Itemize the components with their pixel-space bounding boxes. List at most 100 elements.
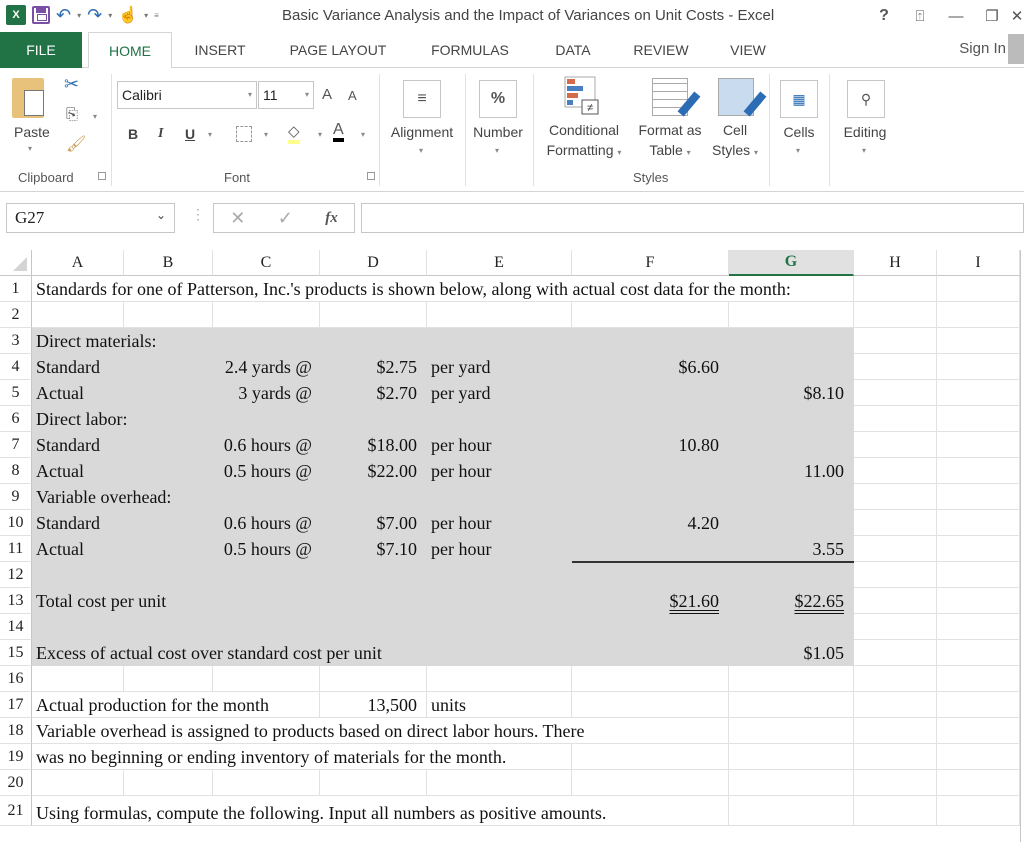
cell-c16[interactable] xyxy=(213,666,320,692)
decrease-font-size-icon[interactable]: A xyxy=(348,88,357,103)
ribbon-display-icon[interactable]: ⍐ xyxy=(902,4,938,28)
cell-h8[interactable] xyxy=(854,458,937,484)
font-launcher-icon[interactable] xyxy=(367,172,375,180)
cell-i4[interactable] xyxy=(937,354,1020,380)
cell-c20[interactable] xyxy=(213,770,320,796)
cell-h12[interactable] xyxy=(854,562,937,588)
row-header-5[interactable]: 5 xyxy=(0,380,32,406)
column-header-h[interactable]: H xyxy=(854,250,937,276)
cell-i7[interactable] xyxy=(937,432,1020,458)
conditional-formatting-button[interactable]: Conditional Formatting ▾ xyxy=(538,120,630,163)
cell-styles-button[interactable]: Cell Styles ▾ xyxy=(706,120,764,163)
cell-i12[interactable] xyxy=(937,562,1020,588)
row-header-18[interactable]: 18 xyxy=(0,718,32,744)
formula-input[interactable] xyxy=(361,203,1024,233)
enter-icon[interactable]: ✓ xyxy=(278,208,293,229)
row-header-13[interactable]: 13 xyxy=(0,588,32,614)
row-header-15[interactable]: 15 xyxy=(0,640,32,666)
row-header-21[interactable]: 21 xyxy=(0,796,32,826)
undo-dropdown-icon[interactable]: ▾ xyxy=(77,11,81,20)
cell-h19[interactable] xyxy=(854,744,937,770)
row-header-9[interactable]: 9 xyxy=(0,484,32,510)
cell-h21[interactable] xyxy=(854,796,937,826)
cell-i21[interactable] xyxy=(937,796,1020,826)
tab-file[interactable]: FILE xyxy=(0,32,82,68)
cells-icon[interactable]: ▦ xyxy=(780,80,818,118)
find-binoculars-icon[interactable]: ⚲ xyxy=(847,80,885,118)
restore-icon[interactable]: ❐ xyxy=(974,4,1010,28)
cell-h18[interactable] xyxy=(854,718,937,744)
alignment-icon[interactable]: ≡ xyxy=(403,80,441,118)
number-button[interactable]: Number xyxy=(467,122,529,142)
cells-button[interactable]: Cells xyxy=(774,122,824,142)
cell-i6[interactable] xyxy=(937,406,1020,432)
cell-f2[interactable] xyxy=(572,302,729,328)
cell-i18[interactable] xyxy=(937,718,1020,744)
font-color-icon[interactable]: A xyxy=(333,122,344,142)
increase-font-size-icon[interactable]: A xyxy=(322,86,332,103)
cell-e16[interactable] xyxy=(427,666,572,692)
cell-c2[interactable] xyxy=(213,302,320,328)
formula-bar-resize-handle[interactable]: ⋮ xyxy=(191,206,205,223)
paste-icon[interactable] xyxy=(12,78,44,118)
cell-d20[interactable] xyxy=(320,770,427,796)
cell-f17[interactable] xyxy=(572,692,729,718)
tab-insert[interactable]: INSERT xyxy=(184,32,256,68)
cell-e2[interactable] xyxy=(427,302,572,328)
cell-g21[interactable] xyxy=(729,796,854,826)
column-header-e[interactable]: E xyxy=(427,250,572,276)
cell-b2[interactable] xyxy=(124,302,213,328)
alignment-button[interactable]: Alignment xyxy=(384,122,460,142)
close-icon[interactable]: ✕ xyxy=(1010,4,1024,28)
column-header-a[interactable]: A xyxy=(32,250,124,276)
cell-a2[interactable] xyxy=(32,302,124,328)
row-header-11[interactable]: 11 xyxy=(0,536,32,562)
cell-i2[interactable] xyxy=(937,302,1020,328)
cell-i3[interactable] xyxy=(937,328,1020,354)
cell-g2[interactable] xyxy=(729,302,854,328)
bold-button[interactable]: B xyxy=(128,126,138,142)
tab-data[interactable]: DATA xyxy=(545,32,601,68)
cell-d16[interactable] xyxy=(320,666,427,692)
cell-g18[interactable] xyxy=(729,718,854,744)
row-header-17[interactable]: 17 xyxy=(0,692,32,718)
cell-i19[interactable] xyxy=(937,744,1020,770)
font-name-select[interactable]: Calibri ▾ xyxy=(117,81,257,109)
cut-icon[interactable]: ✂ xyxy=(64,74,79,95)
row-header-12[interactable]: 12 xyxy=(0,562,32,588)
help-icon[interactable]: ? xyxy=(866,4,902,28)
column-header-g[interactable]: G xyxy=(729,250,854,276)
cell-a16[interactable] xyxy=(32,666,124,692)
cell-i17[interactable] xyxy=(937,692,1020,718)
paste-dropdown-icon[interactable]: ▾ xyxy=(28,144,32,153)
cell-d2[interactable] xyxy=(320,302,427,328)
cell-h6[interactable] xyxy=(854,406,937,432)
column-header-c[interactable]: C xyxy=(213,250,320,276)
cell-i5[interactable] xyxy=(937,380,1020,406)
cancel-icon[interactable]: ✕ xyxy=(230,208,245,229)
borders-dropdown-icon[interactable]: ▾ xyxy=(264,130,268,139)
cell-f16[interactable] xyxy=(572,666,729,692)
cell-b20[interactable] xyxy=(124,770,213,796)
customize-qat-icon[interactable]: ≡ xyxy=(154,11,159,20)
number-icon[interactable]: % xyxy=(479,80,517,118)
cell-h15[interactable] xyxy=(854,640,937,666)
tab-review[interactable]: REVIEW xyxy=(624,32,698,68)
conditional-formatting-icon[interactable]: ≠ xyxy=(564,76,600,116)
borders-icon[interactable] xyxy=(236,126,252,142)
cell-i14[interactable] xyxy=(937,614,1020,640)
spreadsheet-grid[interactable]: A B C D E F G H I 1 2 3 4 5 6 7 8 9 10 11 12 13 14 15 16 17 18 19 20… xyxy=(0,250,1024,842)
tab-page-layout[interactable]: PAGE LAYOUT xyxy=(278,32,398,68)
row-header-8[interactable]: 8 xyxy=(0,458,32,484)
fill-color-icon[interactable]: ◇ xyxy=(288,122,300,144)
cell-h7[interactable] xyxy=(854,432,937,458)
cell-h11[interactable] xyxy=(854,536,937,562)
copy-icon[interactable]: ⎘ xyxy=(66,106,78,123)
cell-i1[interactable] xyxy=(937,276,1020,302)
insert-function-icon[interactable]: fx xyxy=(325,210,338,227)
cell-g16[interactable] xyxy=(729,666,854,692)
cell-i16[interactable] xyxy=(937,666,1020,692)
italic-button[interactable]: I xyxy=(158,126,163,142)
row-header-19[interactable]: 19 xyxy=(0,744,32,770)
save-icon[interactable] xyxy=(32,6,50,24)
